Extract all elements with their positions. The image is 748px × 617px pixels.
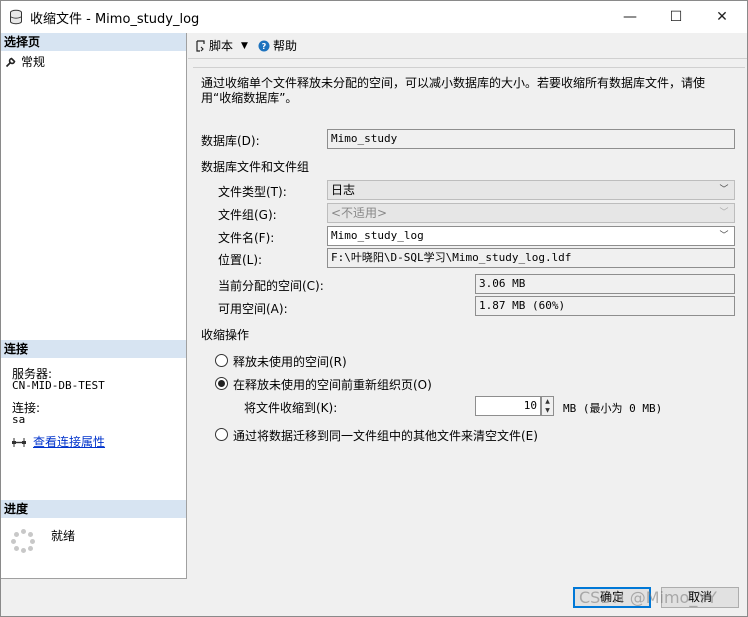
release-unused-label[interactable]: 释放未使用的空间(R): [233, 353, 347, 370]
connection-value: sa: [12, 413, 26, 426]
sidebar: 选择页 常规 连接 服务器: CN-MID-DB-TEST 连接: sa 查看连…: [1, 33, 187, 579]
chevron-down-icon: ﹀: [719, 208, 729, 218]
file-type-value: 日志: [331, 183, 356, 197]
filegroup-select: <不适用> ﹀: [327, 203, 735, 223]
script-button[interactable]: 脚本 ▼: [194, 37, 248, 54]
shrink-action-label: 收缩操作: [201, 328, 250, 342]
close-button[interactable]: ✕: [699, 1, 745, 33]
reorganize-pages-radio[interactable]: [215, 377, 228, 390]
location-label: 位置(L):: [218, 253, 263, 267]
main-panel: 脚本 ▼ ? 帮助 通过收缩单个文件释放未分配的空间，可以减小数据库的大小。若要…: [188, 33, 747, 579]
available-space-label: 可用空间(A):: [218, 302, 288, 316]
script-label: 脚本: [209, 39, 234, 53]
close-icon: ✕: [716, 9, 728, 25]
shrink-to-unit: MB (最小为 0 MB): [563, 402, 663, 415]
view-connection-link[interactable]: 查看连接属性: [33, 433, 105, 450]
window-title: 收缩文件 - Mimo_study_log: [30, 11, 200, 27]
minimize-icon: —: [623, 9, 637, 25]
file-name-select[interactable]: Mimo_study_log ﹀: [327, 226, 735, 246]
connection-header: 连接: [1, 340, 186, 358]
server-value: CN-MID-DB-TEST: [12, 379, 105, 392]
maximize-icon: ☐: [669, 9, 683, 25]
shrink-to-label: 将文件收缩到(K):: [244, 401, 338, 415]
help-button[interactable]: ? 帮助: [258, 37, 297, 54]
chevron-down-icon: ﹀: [719, 185, 729, 195]
file-name-value: Mimo_study_log: [331, 229, 424, 242]
database-label: 数据库(D):: [201, 134, 260, 148]
files-group-label: 数据库文件和文件组: [201, 160, 310, 174]
view-connection-properties[interactable]: 查看连接属性: [11, 433, 105, 450]
release-unused-radio[interactable]: [215, 354, 228, 367]
filegroup-label: 文件组(G):: [218, 208, 277, 222]
help-label: 帮助: [272, 39, 297, 53]
filegroup-value: <不适用>: [331, 206, 388, 220]
progress-status: 就绪: [51, 529, 76, 543]
sidebar-item-label: 常规: [21, 55, 46, 69]
empty-file-label[interactable]: 通过将数据迁移到同一文件组中的其他文件来清空文件(E): [233, 427, 538, 444]
shrink-to-input[interactable]: 10: [475, 396, 541, 416]
allocated-space-label: 当前分配的空间(C):: [218, 279, 324, 293]
available-space-field: 1.87 MB (60%): [475, 296, 735, 316]
title-bar: 收缩文件 - Mimo_study_log — ☐ ✕: [1, 1, 747, 33]
file-type-select[interactable]: 日志 ﹀: [327, 180, 735, 200]
chevron-down-icon: ﹀: [719, 231, 729, 241]
description-text: 通过收缩单个文件释放未分配的空间，可以减小数据库的大小。若要收缩所有数据库文件，…: [201, 76, 706, 105]
shrink-to-spinner[interactable]: ▲ ▼: [541, 396, 554, 416]
progress-spinner-icon: [11, 529, 35, 553]
allocated-space-field: 3.06 MB: [475, 274, 735, 294]
connection-icon: [12, 437, 26, 447]
database-icon: [10, 9, 22, 25]
chevron-down-icon: ▼: [241, 40, 248, 51]
wrench-icon: [5, 57, 16, 67]
spin-up-icon[interactable]: ▲: [542, 397, 553, 406]
cancel-button[interactable]: 取消: [661, 587, 739, 608]
maximize-button[interactable]: ☐: [653, 1, 699, 33]
minimize-button[interactable]: —: [607, 1, 653, 33]
file-name-label: 文件名(F):: [218, 231, 275, 245]
svg-text:?: ?: [262, 42, 267, 51]
file-type-label: 文件类型(T):: [218, 185, 287, 199]
shrink-file-dialog: 收缩文件 - Mimo_study_log — ☐ ✕ 选择页 常规 连接 服务…: [0, 0, 748, 617]
select-page-header: 选择页: [1, 33, 186, 51]
database-field: Mimo_study: [327, 129, 735, 149]
progress-header: 进度: [1, 500, 186, 518]
script-icon: [196, 39, 205, 52]
toolbar: 脚本 ▼ ? 帮助: [188, 33, 747, 59]
help-icon: ?: [258, 40, 270, 51]
empty-file-radio[interactable]: [215, 428, 228, 441]
ok-button[interactable]: 确定: [573, 587, 651, 608]
sidebar-item-general[interactable]: 常规: [5, 53, 45, 70]
spin-down-icon[interactable]: ▼: [542, 406, 553, 415]
reorganize-pages-label[interactable]: 在释放未使用的空间前重新组织页(O): [233, 376, 432, 393]
location-field: F:\叶晓阳\D-SQL学习\Mimo_study_log.ldf: [327, 248, 735, 268]
general-page-content: 通过收缩单个文件释放未分配的空间，可以减小数据库的大小。若要收缩所有数据库文件，…: [193, 67, 745, 579]
